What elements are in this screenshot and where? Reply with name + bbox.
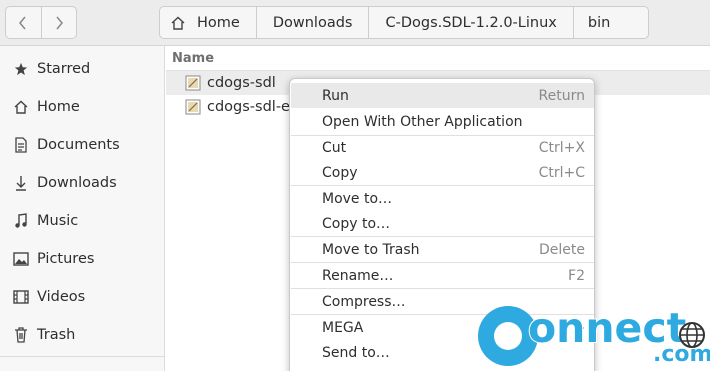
document-icon [12,136,30,154]
executable-file-icon [185,75,201,91]
home-icon [12,98,30,116]
sidebar-divider [0,356,165,357]
sidebar-item-trash[interactable]: Trash [0,316,165,354]
sidebar-item-label: Music [37,213,79,229]
sidebar-item-downloads[interactable]: Downloads [0,164,165,202]
breadcrumb-home-label: Home [197,14,240,31]
menu-item-label: Send to… [322,344,390,361]
menu-item-label: Copy to… [322,215,391,232]
home-icon [171,16,185,30]
menu-item-shortcut: Return [538,87,585,104]
menu-item-open-with[interactable]: Open With Other Application [291,109,594,134]
navigation-buttons [5,6,77,39]
sidebar-item-label: Pictures [37,251,95,267]
menu-item-move-to[interactable]: Move to… [291,186,594,211]
header-bar: Home Downloads C-Dogs.SDL-1.2.0-Linux bi… [0,0,710,46]
sidebar-item-label: Home [37,99,80,115]
menu-item-move-to-trash[interactable]: Move to Trash Delete [291,237,594,262]
logo-suffix: .com [652,341,710,368]
breadcrumb-home[interactable]: Home [160,7,256,38]
menu-item-copy-to[interactable]: Copy to… [291,211,594,236]
menu-item-label: Cut [322,139,347,156]
executable-file-icon [185,99,201,115]
breadcrumb-downloads[interactable]: Downloads [255,7,369,38]
menu-item-shortcut: Delete [539,241,585,258]
sidebar-item-home[interactable]: Home [0,88,165,126]
column-name-header[interactable]: Name [172,51,214,66]
menu-item-cut[interactable]: Cut Ctrl+X [291,135,594,160]
sidebar-item-documents[interactable]: Documents [0,126,165,164]
menu-item-label: Move to… [322,190,393,207]
sidebar-item-label: Documents [37,137,120,153]
star-icon [12,60,30,78]
trash-icon [12,326,30,344]
watermark-logo: onnect .com [478,300,710,371]
menu-item-label: Rename… [322,267,394,284]
sidebar: Starred Home Documents Downloads Music P… [0,46,165,371]
menu-item-copy[interactable]: Copy Ctrl+C [291,160,594,185]
sidebar-item-label: Starred [37,61,91,77]
menu-item-label: Run [322,87,349,104]
menu-item-shortcut: Ctrl+C [538,164,585,181]
forward-button[interactable] [40,7,77,38]
back-button[interactable] [6,7,41,38]
breadcrumb: Home Downloads C-Dogs.SDL-1.2.0-Linux bi… [159,6,649,39]
sidebar-item-starred[interactable]: Starred [0,50,165,88]
menu-item-label: Copy [322,164,358,181]
breadcrumb-folder[interactable]: C-Dogs.SDL-1.2.0-Linux [368,7,572,38]
chevron-left-icon [19,16,26,29]
file-name: cdogs-sdl [207,75,276,91]
sidebar-item-label: Videos [37,289,86,305]
chevron-right-icon [56,16,63,29]
video-icon [12,288,30,306]
music-icon [12,212,30,230]
menu-item-label: Open With Other Application [322,113,523,130]
menu-item-run[interactable]: Run Return [291,83,594,108]
sidebar-item-videos[interactable]: Videos [0,278,165,316]
sidebar-item-pictures[interactable]: Pictures [0,240,165,278]
menu-item-label: Compress… [322,293,406,310]
file-name: cdogs-sdl-ed [207,99,300,115]
menu-item-label: Move to Trash [322,241,420,258]
sidebar-item-label: Downloads [37,175,117,191]
sidebar-item-music[interactable]: Music [0,202,165,240]
breadcrumb-bin[interactable]: bin [572,7,648,38]
menu-item-shortcut: F2 [568,267,585,284]
file-list-header[interactable]: Name [166,47,710,71]
sidebar-item-label: Trash [37,327,76,343]
menu-item-rename[interactable]: Rename… F2 [291,263,594,288]
picture-icon [12,250,30,268]
download-icon [12,174,30,192]
menu-item-shortcut: Ctrl+X [538,139,585,156]
menu-item-label: MEGA [322,319,364,336]
